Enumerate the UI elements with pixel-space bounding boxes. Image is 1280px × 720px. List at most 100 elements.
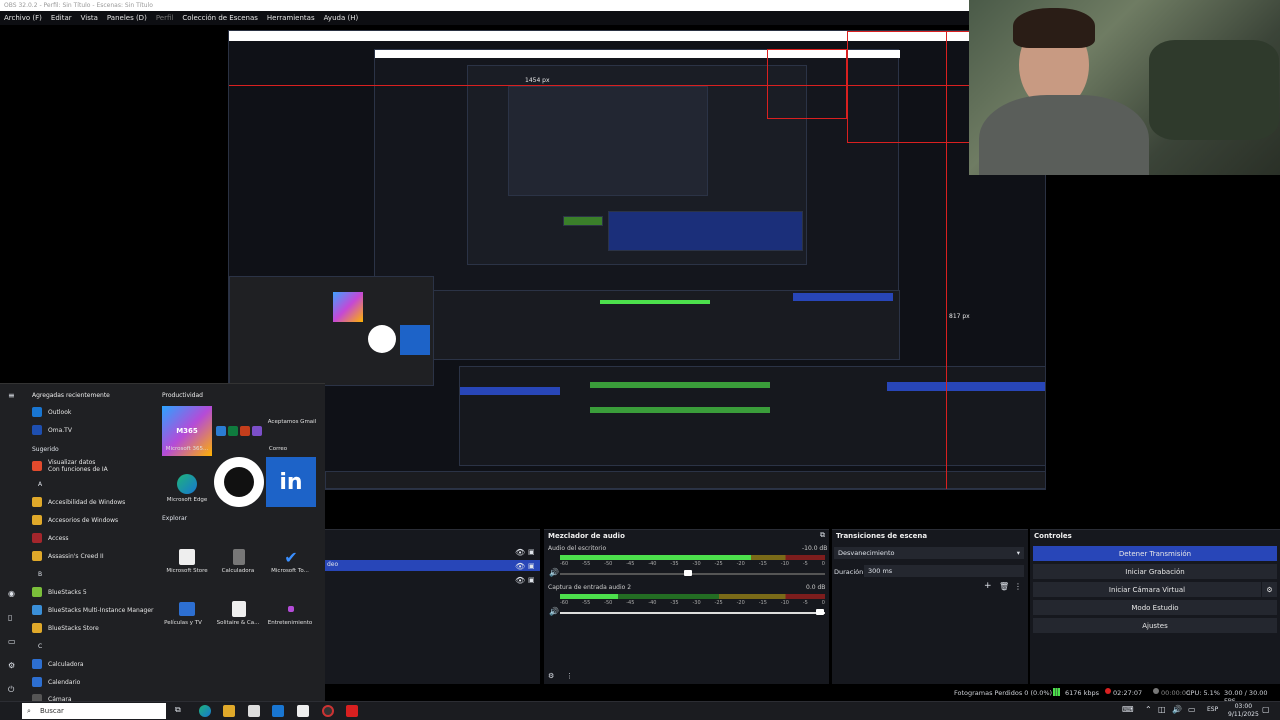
keyboard-icon[interactable]: ⌨ [1122,705,1134,714]
app-bluestacks-store[interactable]: BlueStacks Store [32,623,99,633]
source-row-selected[interactable]: deo [325,560,540,571]
notepad-icon[interactable] [297,705,309,717]
sources-panel: deo 👁 👁 👁 ▣ ▣ ▣ [325,529,540,684]
app-calculadora[interactable]: Calculadora [32,659,84,669]
network-icon[interactable]: ◫ [1158,705,1166,714]
language[interactable]: ESP [1207,706,1218,713]
menu-coleccion[interactable]: Colección de Escenas [182,14,258,22]
power-icon[interactable]: ⏻ [8,685,14,695]
tile-logo[interactable] [214,457,264,507]
tile-entret[interactable] [266,584,316,634]
clock[interactable]: 03:00 9/11/2025 [1228,703,1259,719]
track2-volume-slider[interactable] [560,612,825,614]
tile-todo[interactable]: ✔ [266,532,316,582]
eye-icon[interactable]: 👁 [515,548,525,557]
tile-movies[interactable] [162,584,212,634]
access-icon [32,533,42,543]
background-shape [1149,40,1279,140]
hair-shape [1013,8,1095,48]
youtube-icon[interactable] [346,705,358,717]
panel-menu-icon[interactable]: ⧉ [820,531,825,540]
track2-volume-handle[interactable] [816,609,824,615]
outlook-icon[interactable] [272,705,284,717]
app-outlook[interactable]: Outlook [32,407,71,417]
app-calendario[interactable]: Calendario [32,677,80,687]
nested-capture-2 [467,65,807,265]
calendar-icon [32,677,42,687]
settings-button[interactable]: Ajustes [1033,618,1277,633]
tile-solitaire[interactable] [214,584,264,634]
selection-box[interactable] [847,31,971,143]
bluestacks-icon [32,587,42,597]
tile-calc[interactable] [214,532,264,582]
eye-icon[interactable]: 👁 [515,576,525,585]
start-recording-button[interactable]: Iniciar Grabación [1033,564,1277,579]
audio-settings-icon[interactable]: ⚙ [548,672,554,680]
transition-select[interactable]: Desvanecimiento ▾ [834,547,1024,559]
app-bluestacks-mim[interactable]: BlueStacks Multi-Instance Manager [32,605,153,615]
user-icon[interactable]: ◉ [8,589,15,598]
track1-volume-slider[interactable] [560,573,825,575]
app-accesibilidad[interactable]: Accesibilidad de Windows [32,497,125,507]
lock-icon[interactable]: ▣ [528,562,535,570]
image-icon[interactable]: ▭ [8,637,16,646]
menu-editar[interactable]: Editar [51,14,72,22]
virtualcam-settings-icon[interactable]: ⚙ [1262,582,1277,597]
folder-icon [32,551,42,561]
app-access[interactable]: Access [32,533,69,543]
preview-canvas[interactable]: 1454 px 817 px [228,30,1046,490]
status-bar: Fotogramas Perdidos 0 (0.0%) 6176 kbps 0… [325,686,1280,705]
track2-level [560,594,619,599]
add-icon[interactable]: + [984,581,992,591]
eye-icon[interactable]: 👁 [515,562,525,571]
stop-stream-button[interactable]: Detener Transmisión [1033,546,1277,561]
lock-icon[interactable]: ▣ [528,576,535,584]
notification-icon[interactable]: ▢ [1262,705,1270,714]
menu-vista[interactable]: Vista [81,14,98,22]
speaker-icon[interactable]: 🔊 [549,568,559,577]
edge-icon[interactable] [199,705,211,717]
speaker-icon[interactable]: 🔊 [549,607,559,616]
app-visualizar[interactable]: Visualizar datos Con funciones de IA [32,459,108,473]
menu-paneles[interactable]: Paneles (D) [107,14,147,22]
menu-dots-icon[interactable]: ⋮ [1014,582,1022,591]
menu-perfil[interactable]: Perfil [156,14,174,22]
volume-icon[interactable]: 🔊 [1172,705,1182,714]
lock-icon[interactable]: ▣ [528,548,535,556]
battery-icon[interactable]: ▭ [1188,705,1196,714]
studio-mode-button[interactable]: Modo Estudio [1033,600,1277,615]
source-label: deo [327,561,339,568]
duration-input[interactable]: 300 ms [864,565,1024,577]
app-accesorios[interactable]: Accesorios de Windows [32,515,118,525]
stream-live-icon [1105,688,1111,694]
omatv-icon [32,425,42,435]
tile-entret-label: Entretenimiento [267,620,313,626]
document-icon[interactable]: ▯ [8,613,12,622]
menu-ayuda[interactable]: Ayuda (H) [324,14,359,22]
tile-store[interactable] [162,532,212,582]
store-icon[interactable] [248,705,260,717]
powerpoint-icon [240,426,250,436]
start-virtualcam-button[interactable]: Iniciar Cámara Virtual [1033,582,1261,597]
folder-icon[interactable] [223,705,235,717]
audio-menu-icon[interactable]: ⋮ [566,672,573,680]
stream-time: 02:27:07 [1113,689,1143,697]
app-assassins[interactable]: Assassin's Creed II [32,551,104,561]
task-view-icon[interactable]: ⧉ [175,705,181,715]
menu-archivo[interactable]: Archivo (F) [4,14,42,22]
hamburger-icon[interactable]: ≡ [8,391,15,400]
trash-icon[interactable]: 🗑 [999,582,1009,591]
search-box[interactable]: ⌕ Buscar [22,703,166,719]
audio-mixer-panel: Mezclador de audio ⧉ Audio del escritori… [544,529,829,684]
gear-icon[interactable]: ⚙ [8,661,15,670]
obs-icon[interactable] [322,705,334,717]
hoodie-shape [979,95,1149,175]
track1-volume-handle[interactable] [684,570,692,576]
menu-herramientas[interactable]: Herramientas [267,14,315,22]
tile-linkedin[interactable]: in [266,457,316,507]
app-omatv[interactable]: Oma.TV [32,425,72,435]
chevron-up-icon[interactable]: ⌃ [1145,705,1152,714]
controls-panel: Controles Detener Transmisión Iniciar Gr… [1030,529,1280,684]
app-bluestacks5[interactable]: BlueStacks 5 [32,587,87,597]
folder-icon [32,623,42,633]
